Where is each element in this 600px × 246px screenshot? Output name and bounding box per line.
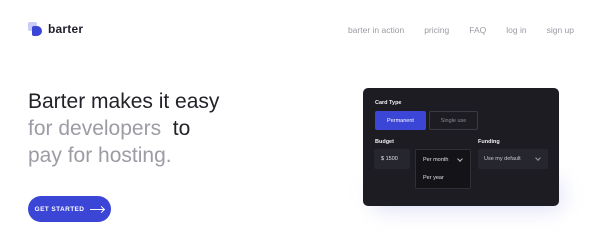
get-started-label: GET STARTED	[34, 205, 85, 213]
hero-line-2-dark: to	[172, 117, 191, 140]
chevron-down-icon	[535, 155, 541, 161]
arrow-right-icon	[90, 208, 105, 210]
nav-item-pricing[interactable]: pricing	[424, 25, 449, 35]
funding-select[interactable]: Use my default	[478, 149, 548, 169]
hero-line-3: pay for hosting.	[28, 144, 172, 167]
chevron-down-icon	[457, 156, 463, 162]
top-nav: barter in action pricing FAQ log in sign…	[348, 25, 574, 35]
card-type-single-use[interactable]: Single use	[429, 111, 478, 130]
nav-item-log-in[interactable]: log in	[506, 25, 526, 35]
hero-line-2: for developers to	[28, 117, 190, 140]
hero-line-1: Barter makes it easy	[28, 90, 220, 113]
period-option-per-year[interactable]: Per year	[423, 175, 444, 181]
budget-label: Budget	[375, 139, 394, 145]
nav-item-sign-up[interactable]: sign up	[547, 25, 574, 35]
card-type-label: Card Type	[375, 100, 402, 106]
period-option-per-month[interactable]: Per month	[423, 157, 448, 163]
brand-name: barter	[48, 22, 84, 36]
hero-heading: Barter makes it easy for developers to p…	[28, 88, 219, 169]
get-started-button[interactable]: GET STARTED	[28, 196, 111, 222]
brand-logo[interactable]: barter	[28, 22, 83, 36]
funding-label: Funding	[478, 139, 500, 145]
logo-icon	[28, 22, 42, 36]
nav-item-faq[interactable]: FAQ	[469, 25, 486, 35]
card-type-permanent[interactable]: Permanent	[375, 111, 426, 130]
budget-period-dropdown[interactable]: Per month Per year	[415, 149, 471, 189]
card-config-panel: Card Type Permanent Single use Budget Fu…	[363, 88, 559, 206]
nav-item-barter-in-action[interactable]: barter in action	[348, 25, 404, 35]
funding-value: Use my default	[484, 156, 521, 162]
budget-input[interactable]: $ 1500	[374, 149, 410, 169]
hero-line-2-muted: for developers	[28, 117, 162, 140]
